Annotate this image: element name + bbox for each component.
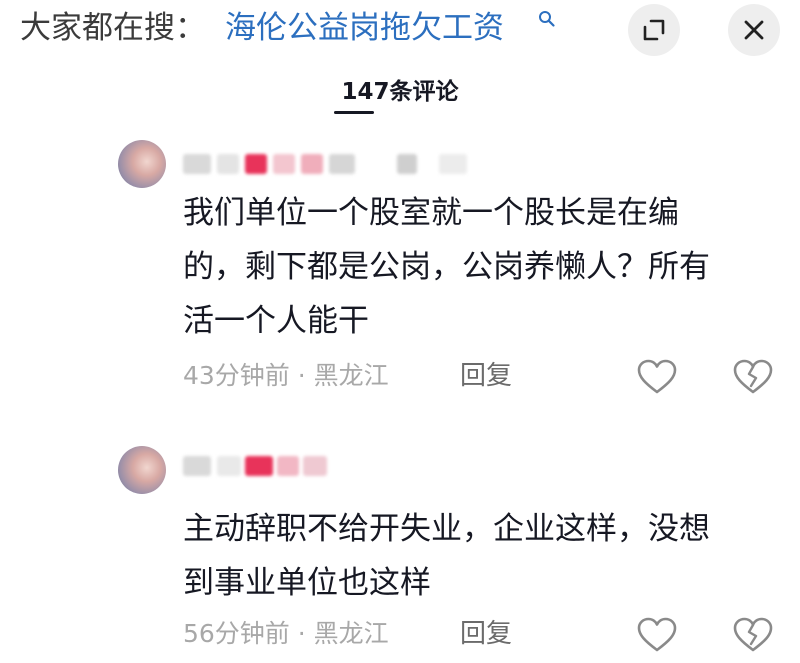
comment-meta: 56分钟前 · 黑龙江 bbox=[183, 616, 389, 652]
search-icon[interactable] bbox=[538, 10, 556, 28]
expand-button[interactable] bbox=[628, 4, 680, 56]
username-redacted[interactable] bbox=[183, 456, 503, 478]
search-suggestion-bar: 大家都在搜： 海伦公益岗拖欠工资 bbox=[0, 0, 800, 62]
search-suggestion-prefix: 大家都在搜： bbox=[20, 10, 206, 46]
comment-count-underline bbox=[334, 111, 374, 114]
comment-item: 我们单位一个股室就一个股长是在编 的，剩下都是公岗，公岗养懒人？所有 活一个人能… bbox=[0, 134, 800, 409]
search-suggestion-link[interactable]: 海伦公益岗拖欠工资 bbox=[225, 8, 504, 48]
broken-heart-icon[interactable] bbox=[733, 359, 773, 395]
heart-icon[interactable] bbox=[637, 617, 677, 653]
comment-text: 主动辞职不给开失业，企业这样，没想 到事业单位也这样 bbox=[183, 511, 710, 601]
comment-count-title: 147条评论 bbox=[341, 79, 459, 105]
comment-location: 黑龙江 bbox=[313, 361, 389, 390]
meta-separator: · bbox=[289, 361, 314, 390]
avatar[interactable] bbox=[118, 140, 166, 188]
username-redacted[interactable] bbox=[183, 154, 503, 176]
close-icon bbox=[743, 19, 765, 41]
expand-icon bbox=[642, 18, 666, 42]
comment-meta: 43分钟前 · 黑龙江 bbox=[183, 358, 389, 394]
heart-icon[interactable] bbox=[637, 359, 677, 395]
meta-separator: · bbox=[289, 619, 314, 648]
broken-heart-icon[interactable] bbox=[733, 617, 773, 653]
reply-button[interactable]: 回复 bbox=[460, 616, 512, 652]
avatar[interactable] bbox=[118, 446, 166, 494]
close-button[interactable] bbox=[728, 4, 780, 56]
comment-time: 43分钟前 bbox=[183, 361, 290, 390]
comment-text: 我们单位一个股室就一个股长是在编 的，剩下都是公岗，公岗养懒人？所有 活一个人能… bbox=[183, 195, 710, 339]
reply-button[interactable]: 回复 bbox=[460, 358, 512, 394]
comment-time: 56分钟前 bbox=[183, 619, 290, 648]
comment-item: 主动辞职不给开失业，企业这样，没想 到事业单位也这样 56分钟前 · 黑龙江 回… bbox=[0, 432, 800, 663]
comment-location: 黑龙江 bbox=[313, 619, 389, 648]
